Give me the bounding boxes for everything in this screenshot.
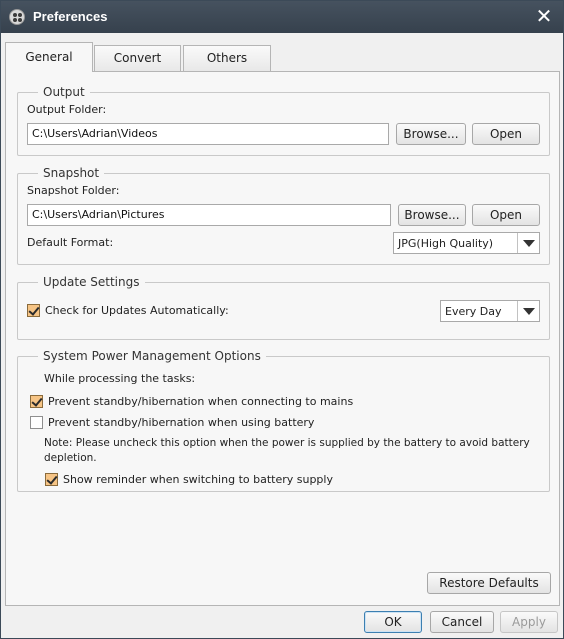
power-management-legend: System Power Management Options (38, 349, 266, 363)
title-bar[interactable]: Preferences ✕ (1, 1, 563, 33)
update-settings-legend: Update Settings (38, 275, 145, 289)
prevent-standby-battery-label[interactable]: Prevent standby/hibernation when using b… (48, 416, 314, 429)
default-format-label: Default Format: (27, 236, 114, 249)
prevent-standby-mains-label[interactable]: Prevent standby/hibernation when connect… (48, 395, 353, 408)
default-format-value: JPG(High Quality) (398, 237, 494, 250)
restore-defaults-button[interactable]: Restore Defaults (427, 572, 551, 594)
snapshot-open-button[interactable]: Open (472, 204, 540, 226)
snapshot-browse-button[interactable]: Browse... (398, 204, 466, 226)
prevent-standby-battery-checkbox[interactable] (30, 416, 43, 429)
prevent-standby-mains-checkbox[interactable] (30, 395, 43, 408)
snapshot-legend: Snapshot (38, 166, 105, 180)
film-reel-icon (9, 9, 25, 25)
apply-button: Apply (500, 611, 558, 633)
general-panel: Output Output Folder: C:\Users\Adrian\Vi… (5, 71, 560, 606)
preferences-window: Preferences ✕ General Convert Others Out… (0, 0, 564, 639)
auto-update-label[interactable]: Check for Updates Automatically: (45, 304, 229, 317)
output-open-button[interactable]: Open (472, 123, 540, 145)
snapshot-folder-input[interactable]: C:\Users\Adrian\Pictures (27, 204, 391, 226)
tab-others[interactable]: Others (183, 45, 271, 71)
default-format-select[interactable]: JPG(High Quality) (393, 232, 540, 254)
window-title: Preferences (33, 9, 108, 24)
chevron-down-icon (517, 233, 539, 253)
snapshot-folder-label: Snapshot Folder: (27, 184, 120, 197)
battery-reminder-label[interactable]: Show reminder when switching to battery … (63, 473, 333, 486)
close-icon: ✕ (535, 4, 553, 28)
battery-note-line2: depletion. (44, 452, 97, 464)
battery-reminder-checkbox[interactable] (45, 473, 58, 486)
battery-note-line1: Note: Please uncheck this option when th… (44, 437, 530, 449)
output-folder-input[interactable]: C:\Users\Adrian\Videos (27, 123, 389, 145)
auto-update-checkbox[interactable] (27, 304, 40, 317)
cancel-button[interactable]: Cancel (430, 611, 494, 633)
update-frequency-value: Every Day (445, 305, 502, 318)
ok-button[interactable]: OK (364, 611, 422, 633)
power-intro-text: While processing the tasks: (44, 372, 196, 385)
output-folder-label: Output Folder: (27, 103, 107, 116)
tab-convert[interactable]: Convert (94, 45, 181, 71)
close-button[interactable]: ✕ (533, 5, 555, 27)
tab-general[interactable]: General (5, 42, 93, 72)
output-browse-button[interactable]: Browse... (396, 123, 466, 145)
update-frequency-select[interactable]: Every Day (440, 300, 540, 322)
chevron-down-icon (517, 301, 539, 321)
output-legend: Output (38, 85, 90, 99)
